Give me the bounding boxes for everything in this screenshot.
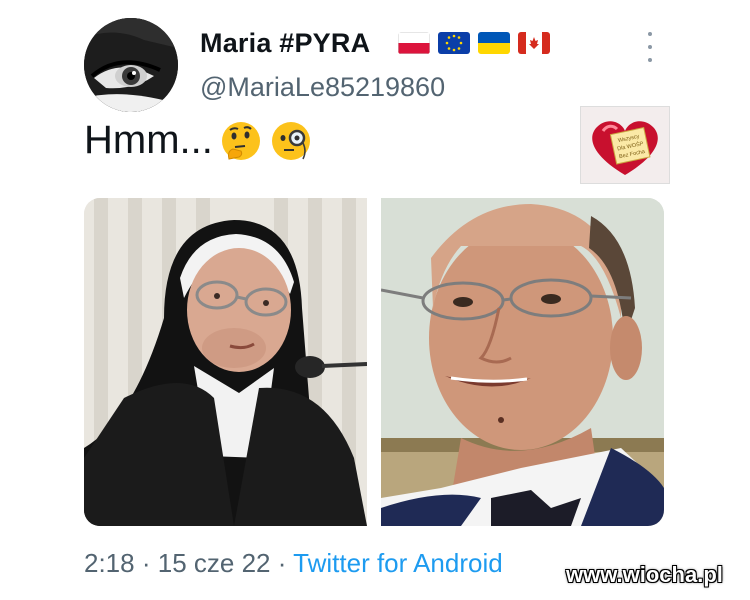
flag-poland-icon [398,32,430,54]
more-options-icon[interactable] [640,32,660,62]
user-handle[interactable]: @MariaLe85219860 [200,72,445,103]
flag-emojis [398,32,550,54]
flag-ukraine-icon [478,32,510,54]
tweet-media[interactable] [84,198,664,526]
flag-eu-icon [438,32,470,54]
face-with-monocle-icon [269,119,313,163]
tweet-date[interactable]: 15 cze 22 [158,548,271,578]
media-photo-man[interactable] [381,198,664,526]
flag-canada-icon [518,32,550,54]
separator: · [277,548,287,578]
tweet-source-link[interactable]: Twitter for Android [293,548,503,578]
tweet-meta: 2:18 · 15 cze 22 · Twitter for Android [84,548,503,579]
watermark: www.wiocha.pl [566,562,723,587]
tweet-text: Hmm... [84,118,213,162]
heart-sticker-image: Wszyscy Dla WOŚP Bez Focha [580,106,670,184]
media-photo-nun[interactable] [84,198,367,526]
avatar[interactable] [84,18,178,112]
tweet-time: 2:18 [84,548,135,578]
thinking-face-icon [219,119,263,163]
separator: · [141,548,151,578]
display-name[interactable]: Maria #PYRA [200,28,370,59]
tweet-text-row: Hmm... [84,118,313,163]
